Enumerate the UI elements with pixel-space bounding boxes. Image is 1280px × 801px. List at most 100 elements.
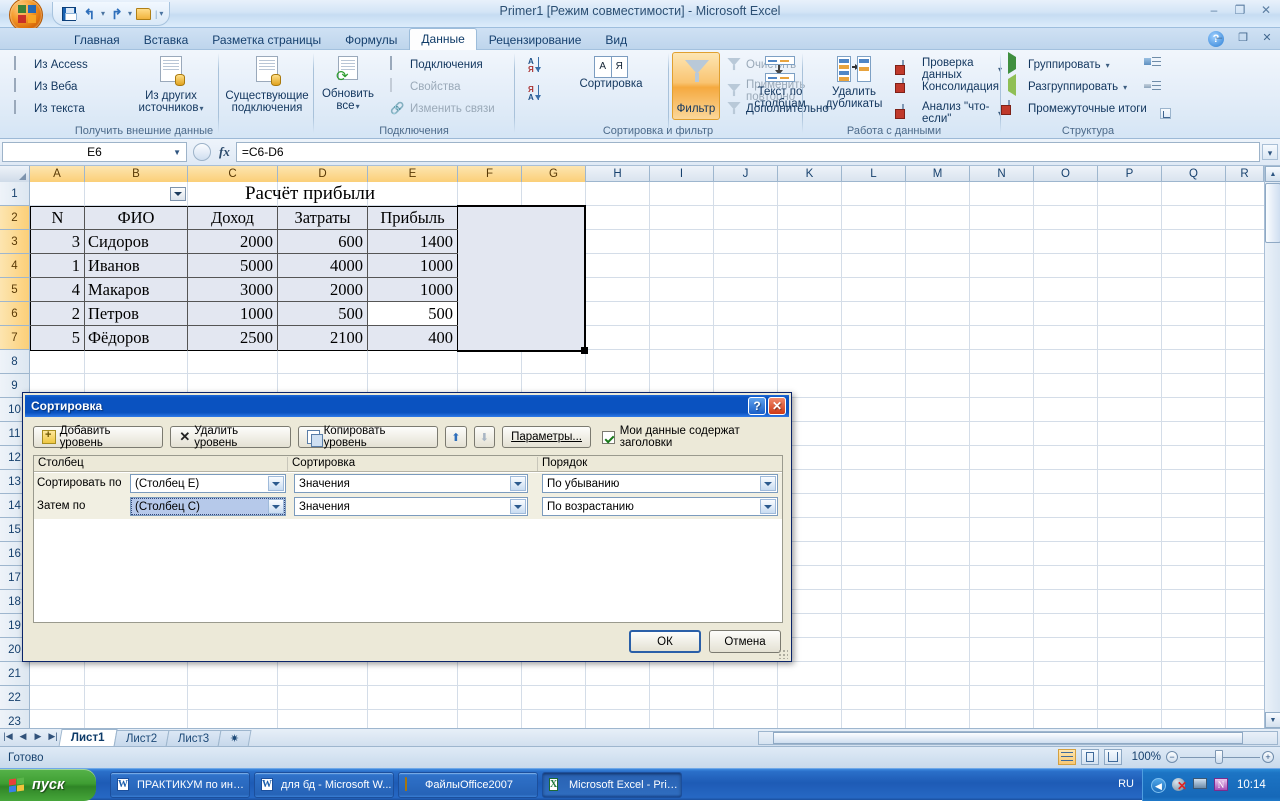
- cell-C2[interactable]: Доход: [188, 206, 277, 229]
- cell-E4[interactable]: 1000: [368, 254, 457, 277]
- cell-A4[interactable]: 1: [31, 254, 84, 277]
- column-header-O[interactable]: O: [1034, 166, 1098, 182]
- column-header-B[interactable]: B: [85, 166, 188, 182]
- chevron-down-icon[interactable]: [760, 476, 776, 491]
- sheet-tab-list3[interactable]: Лист3: [165, 730, 222, 747]
- zoom-slider[interactable]: − +: [1166, 749, 1274, 765]
- zoom-in-icon[interactable]: +: [1262, 751, 1274, 763]
- cell-A2[interactable]: N: [31, 206, 84, 229]
- workbook-close-icon[interactable]: ✕: [1260, 32, 1274, 44]
- sheet-tab-list2[interactable]: Лист2: [113, 730, 170, 747]
- select-all-button[interactable]: [0, 166, 30, 182]
- row-header-1[interactable]: 1: [0, 182, 30, 206]
- column-header-C[interactable]: C: [188, 166, 278, 182]
- workbook-restore-icon[interactable]: ❐: [1236, 32, 1250, 44]
- row-header-21[interactable]: 21: [0, 662, 30, 686]
- from-other-sources-button[interactable]: Из других источников▾: [130, 56, 212, 116]
- cell-B6[interactable]: Петров: [85, 302, 187, 325]
- normal-view-icon[interactable]: [1058, 749, 1076, 765]
- delete-level-button[interactable]: ✕ Удалить уровень: [170, 425, 291, 449]
- horizontal-scrollbar[interactable]: [758, 731, 1278, 745]
- sort-by-sorton-combo[interactable]: Значения: [294, 474, 528, 493]
- row-header-8[interactable]: 8: [0, 350, 30, 374]
- taskbar-item-excel[interactable]: X Microsoft Excel - Prim...: [542, 772, 682, 798]
- vertical-scroll-thumb[interactable]: [1265, 183, 1280, 243]
- from-access-button[interactable]: Из Access: [14, 56, 88, 73]
- row-header-23[interactable]: 23: [0, 710, 30, 728]
- chevron-down-icon[interactable]: [268, 499, 284, 514]
- cell-A3[interactable]: 3: [31, 230, 84, 253]
- column-header-P[interactable]: P: [1098, 166, 1162, 182]
- text-to-columns-button[interactable]: Текст по столбцам: [744, 56, 816, 111]
- fill-handle[interactable]: [581, 347, 588, 354]
- cell-D2[interactable]: Затраты: [278, 206, 367, 229]
- network-error-icon[interactable]: ✕: [1172, 778, 1187, 792]
- column-header-E[interactable]: E: [368, 166, 458, 182]
- cell-D7[interactable]: 2100: [278, 326, 367, 349]
- add-level-button[interactable]: Добавить уровень: [33, 425, 164, 449]
- cell-E7[interactable]: 400: [368, 326, 457, 349]
- existing-connections-button[interactable]: Существующие подключения: [222, 56, 312, 115]
- column-header-I[interactable]: I: [650, 166, 714, 182]
- column-header-K[interactable]: K: [778, 166, 842, 182]
- cancel-button[interactable]: Отмена: [709, 630, 781, 653]
- group-button[interactable]: Группировать ▾: [1008, 52, 1110, 74]
- consolidate-button[interactable]: Консолидация: [902, 78, 999, 95]
- show-detail-button[interactable]: [1144, 56, 1162, 70]
- page-layout-icon[interactable]: [1081, 749, 1099, 765]
- sort-by-column-combo[interactable]: (Столбец E): [130, 474, 286, 493]
- tab-vstavka[interactable]: Вставка: [132, 29, 201, 50]
- formula-input[interactable]: =C6-D6: [235, 142, 1260, 162]
- chevron-down-icon[interactable]: [510, 476, 526, 491]
- show-hidden-icons-icon[interactable]: ◀: [1151, 777, 1166, 793]
- prev-sheet-icon[interactable]: ◀: [17, 731, 29, 742]
- cancel-formula-icon[interactable]: [193, 143, 211, 161]
- column-header-H[interactable]: H: [586, 166, 650, 182]
- cell-C7[interactable]: 2500: [188, 326, 277, 349]
- data-validation-button[interactable]: Проверка данных▾: [902, 57, 1002, 81]
- cell-A6[interactable]: 2: [31, 302, 84, 325]
- cell-E5[interactable]: 1000: [368, 278, 457, 301]
- sheet-tab-list1[interactable]: Лист1: [58, 729, 118, 747]
- cell-A5[interactable]: 4: [31, 278, 84, 301]
- expand-formula-bar-icon[interactable]: ▾: [1262, 144, 1278, 160]
- cell-title[interactable]: Расчёт прибыли: [200, 182, 420, 205]
- sort-az-button[interactable]: АЯ: [526, 56, 550, 80]
- cell-D5[interactable]: 2000: [278, 278, 367, 301]
- ok-button[interactable]: ОК: [629, 630, 701, 653]
- row-header-22[interactable]: 22: [0, 686, 30, 710]
- column-header-M[interactable]: M: [906, 166, 970, 182]
- then-by-column-combo[interactable]: (Столбец C): [130, 497, 286, 516]
- taskbar-item-folder[interactable]: ФайлыOffice2007: [398, 772, 538, 798]
- tab-glavnaya[interactable]: Главная: [62, 29, 132, 50]
- cell-A7[interactable]: 5: [31, 326, 84, 349]
- tab-formuly[interactable]: Формулы: [333, 29, 409, 50]
- taskbar-item-praktikum[interactable]: W ПРАКТИКУМ по инф ...: [110, 772, 250, 798]
- outline-dialog-launcher[interactable]: [1160, 108, 1171, 119]
- next-sheet-icon[interactable]: ▶: [32, 731, 44, 742]
- taskbar-item-dlya-bd[interactable]: W для бд - Microsoft W...: [254, 772, 394, 798]
- from-text-button[interactable]: Из текста: [14, 100, 85, 117]
- cell-D4[interactable]: 4000: [278, 254, 367, 277]
- row-header-2[interactable]: 2: [0, 206, 30, 230]
- remove-duplicates-button[interactable]: Удалить дубликаты: [820, 56, 888, 111]
- cell-E6[interactable]: 500: [368, 302, 457, 325]
- close-icon[interactable]: ✕: [1258, 3, 1274, 17]
- move-level-up-button[interactable]: ⬆: [445, 426, 467, 448]
- scroll-down-button[interactable]: ▼: [1265, 712, 1280, 728]
- scroll-up-button[interactable]: ▲: [1265, 166, 1280, 182]
- tab-vid[interactable]: Вид: [593, 29, 639, 50]
- sort-za-button[interactable]: ЯА: [526, 84, 550, 108]
- what-if-analysis-button[interactable]: Анализ "что-если"▾: [902, 101, 1002, 125]
- cell-C5[interactable]: 3000: [188, 278, 277, 301]
- zoom-slider-thumb[interactable]: [1215, 750, 1223, 764]
- chevron-down-icon[interactable]: [510, 499, 526, 514]
- clock[interactable]: 10:14: [1237, 779, 1266, 791]
- filter-button[interactable]: Фильтр: [672, 52, 720, 120]
- cell-C3[interactable]: 2000: [188, 230, 277, 253]
- network-connection-icon[interactable]: [1193, 778, 1208, 792]
- workbook-minimize-icon[interactable]: –: [1212, 32, 1226, 44]
- column-header-R[interactable]: R: [1226, 166, 1264, 182]
- horizontal-scroll-thumb[interactable]: [773, 732, 1243, 744]
- from-web-button[interactable]: Из Веба: [14, 78, 77, 95]
